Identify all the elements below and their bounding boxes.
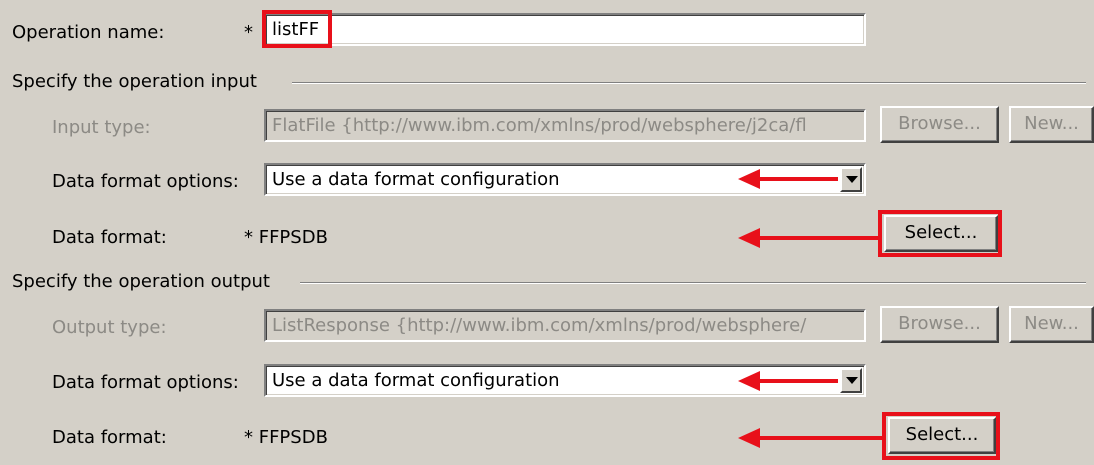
input-type-field: FlatFile {http://www.ibm.com/xmlns/prod/… <box>264 109 866 142</box>
output-section-title: Specify the operation output <box>12 271 270 292</box>
red-arrow-annotation-icon <box>738 169 838 189</box>
dropdown-arrow-icon[interactable] <box>840 368 862 393</box>
operation-name-input[interactable]: listFF <box>264 13 866 46</box>
input-section-separator <box>292 82 1086 84</box>
red-arrow-annotation-icon <box>738 428 884 448</box>
input-select-button[interactable]: Select... <box>884 215 998 252</box>
output-section-separator <box>300 282 1086 284</box>
dropdown-arrow-icon[interactable] <box>840 167 862 192</box>
input-data-format-value: * FFPSDB <box>244 227 328 248</box>
output-browse-button[interactable]: Browse... <box>880 306 999 343</box>
output-type-field: ListResponse {http://www.ibm.com/xmlns/p… <box>264 309 866 342</box>
output-data-format-value: * FFPSDB <box>244 427 328 448</box>
output-type-label: Output type: <box>52 317 167 338</box>
red-arrow-annotation-icon <box>738 228 880 248</box>
input-new-button[interactable]: New... <box>1009 106 1094 143</box>
input-browse-button[interactable]: Browse... <box>880 106 999 143</box>
input-data-format-label: Data format: <box>52 227 167 248</box>
output-select-button[interactable]: Select... <box>888 417 996 454</box>
input-type-label: Input type: <box>52 117 151 138</box>
required-marker: * <box>244 22 253 43</box>
output-data-format-label: Data format: <box>52 427 167 448</box>
output-format-options-label: Data format options: <box>52 372 239 393</box>
operation-name-label: Operation name: <box>12 22 165 43</box>
red-arrow-annotation-icon <box>738 371 838 391</box>
output-new-button[interactable]: New... <box>1009 306 1094 343</box>
input-section-title: Specify the operation input <box>12 71 257 92</box>
input-format-options-value: Use a data format configuration <box>272 169 560 190</box>
input-format-options-label: Data format options: <box>52 171 239 192</box>
output-format-options-value: Use a data format configuration <box>272 370 560 391</box>
